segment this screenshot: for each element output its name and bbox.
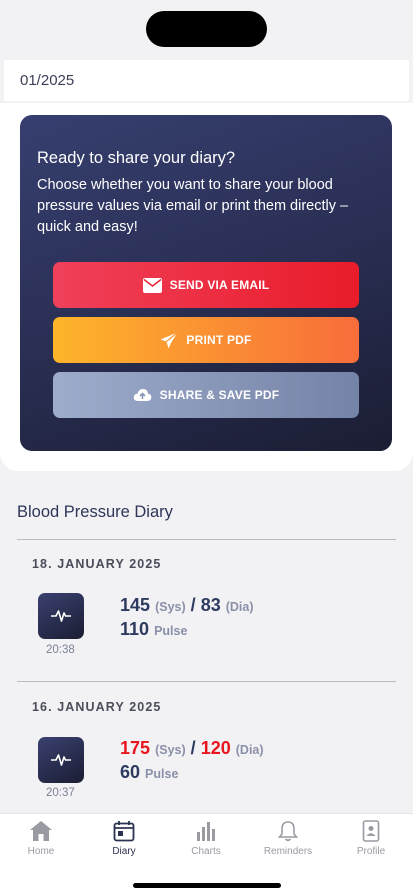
bp-reading: 175 (Sys) / 120 (Dia) xyxy=(120,738,264,758)
pulse-reading: 110 Pulse xyxy=(120,619,187,640)
share-description: Choose whether you want to share your bl… xyxy=(37,177,349,235)
tab-reminders-label: Reminders xyxy=(263,846,313,857)
bell-icon xyxy=(277,821,299,842)
sys-unit: (Sys) xyxy=(155,743,186,757)
entry-date: 18. JANUARY 2025 xyxy=(32,557,162,571)
pulse-wave-icon xyxy=(51,610,71,622)
print-pdf-label: PRINT PDF xyxy=(186,333,252,347)
pulse-wave-icon xyxy=(51,754,71,766)
tab-home-label: Home xyxy=(27,846,55,857)
divider xyxy=(17,681,396,682)
tab-diary-label: Diary xyxy=(112,846,136,857)
dia-value: 120 xyxy=(200,738,231,758)
diary-title: Blood Pressure Diary xyxy=(17,503,173,521)
tab-reminders[interactable]: Reminders xyxy=(248,820,328,857)
cloud-upload-icon xyxy=(133,389,151,401)
entry-date: 16. JANUARY 2025 xyxy=(32,700,162,714)
profile-icon xyxy=(362,820,380,842)
diary-icon xyxy=(113,821,135,842)
dia-value: 83 xyxy=(200,595,221,615)
paper-plane-icon xyxy=(160,331,179,348)
tab-charts-label: Charts xyxy=(191,846,221,857)
dia-unit: (Dia) xyxy=(225,600,254,614)
share-card: Ready to share your diary? Choose whethe… xyxy=(20,115,392,451)
home-indicator xyxy=(133,883,281,888)
pulse-unit: Pulse xyxy=(145,767,179,781)
tab-profile-label: Profile xyxy=(356,846,386,857)
entry-time: 20:38 xyxy=(46,644,75,656)
share-save-pdf-button[interactable]: SHARE & SAVE PDF xyxy=(53,372,359,418)
sys-unit: (Sys) xyxy=(155,600,186,614)
print-pdf-button[interactable]: PRINT PDF xyxy=(53,317,359,363)
tab-charts[interactable]: Charts xyxy=(166,820,246,857)
heartbeat-icon[interactable] xyxy=(38,737,84,783)
sys-value: 145 xyxy=(120,595,151,615)
pulse-value: 110 xyxy=(120,619,150,639)
share-save-pdf-label: SHARE & SAVE PDF xyxy=(159,388,280,402)
entry-time: 20:37 xyxy=(46,787,75,799)
tab-diary[interactable]: Diary xyxy=(84,820,164,857)
heartbeat-icon[interactable] xyxy=(38,593,84,639)
pulse-reading: 60 Pulse xyxy=(120,762,178,783)
tab-home[interactable]: Home xyxy=(1,820,81,857)
month-selector[interactable]: 01/2025 xyxy=(4,60,409,101)
pulse-value: 60 xyxy=(120,762,141,782)
pulse-unit: Pulse xyxy=(154,624,188,638)
charts-icon xyxy=(197,822,215,841)
divider xyxy=(17,539,396,540)
send-email-button[interactable]: SEND VIA EMAIL xyxy=(53,262,359,308)
sys-value: 175 xyxy=(120,738,151,758)
envelope-icon xyxy=(142,277,162,293)
dia-unit: (Dia) xyxy=(235,743,264,757)
home-icon xyxy=(30,821,52,841)
tab-profile[interactable]: Profile xyxy=(331,820,411,857)
send-email-label: SEND VIA EMAIL xyxy=(169,278,270,292)
bp-reading: 145 (Sys) / 83 (Dia) xyxy=(120,595,254,615)
month-value: 01/2025 xyxy=(20,72,75,89)
dynamic-island xyxy=(146,11,267,47)
share-title: Ready to share your diary? xyxy=(37,149,236,167)
